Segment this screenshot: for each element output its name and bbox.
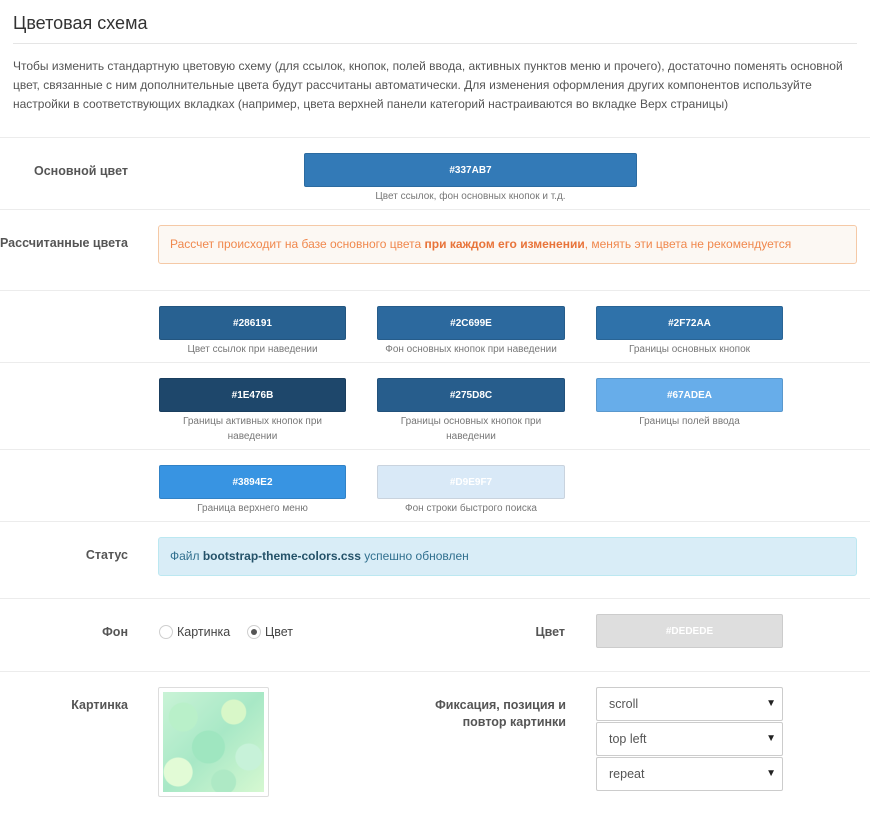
swatch-caption: Границы основных кнопок при наведении [400, 416, 542, 442]
active-button-hover-border-swatch[interactable]: #1E476B [159, 378, 346, 412]
repeat-select-value: repeat [609, 767, 645, 781]
bg-color-swatch[interactable]: #DEDEDE [596, 614, 783, 648]
radio-color[interactable] [247, 625, 261, 639]
picture-fix-label: Фиксация, позиция и повтор картинки [435, 698, 566, 729]
status-filename: bootstrap-theme-colors.css [202, 549, 361, 563]
status-label: Статус [85, 548, 128, 562]
background-image-thumbnail[interactable] [158, 687, 269, 797]
divider [0, 521, 870, 522]
radio-image[interactable] [159, 625, 173, 639]
warning-prefix: Рассчет происходит на базе основного цве… [170, 237, 425, 251]
divider [0, 449, 870, 450]
swatch-caption: Граница верхнего меню [197, 503, 308, 514]
top-menu-border-swatch[interactable]: #3894E2 [159, 465, 346, 499]
main-color-swatch[interactable]: #337AB7 [304, 153, 637, 187]
swatch-caption: Цвет ссылок при наведении [187, 344, 318, 355]
divider [0, 290, 870, 291]
quick-search-bg-swatch[interactable]: #D9E9F7 [377, 465, 565, 499]
main-color-label: Основной цвет [33, 164, 128, 178]
button-hover-bg-swatch[interactable]: #2C699E [377, 306, 565, 340]
button-hover-border-swatch[interactable]: #275D8C [377, 378, 565, 412]
attachment-select-value: scroll [609, 697, 639, 711]
bg-option-color[interactable]: Цвет [247, 625, 293, 639]
divider [0, 362, 870, 363]
bg-color-label: Цвет [535, 625, 565, 639]
divider [0, 598, 870, 599]
button-border-swatch[interactable]: #2F72AA [596, 306, 783, 340]
background-image-preview [163, 692, 264, 792]
title-divider [13, 43, 857, 44]
chevron-down-icon: ▼ [766, 733, 776, 744]
swatch-caption: Границы активных кнопок при наведении [183, 416, 322, 442]
bg-option-color-label: Цвет [265, 625, 294, 639]
input-border-swatch[interactable]: #67ADEA [596, 378, 783, 412]
attachment-select[interactable]: scroll ▼ [596, 687, 783, 721]
position-select-value: top left [609, 732, 647, 746]
intro-text: Чтобы изменить стандартную цветовую схем… [13, 59, 843, 111]
divider [0, 209, 870, 210]
picture-label: Картинка [71, 698, 128, 712]
bg-option-image[interactable]: Картинка [159, 625, 230, 639]
computed-warning-alert: Рассчет происходит на базе основного цве… [158, 225, 857, 264]
warning-bold: при каждом его изменении [424, 237, 585, 251]
chevron-down-icon: ▼ [766, 698, 776, 709]
divider [0, 137, 870, 138]
chevron-down-icon: ▼ [766, 768, 776, 779]
page-title: Цветовая схема [13, 13, 148, 33]
position-select[interactable]: top left ▼ [596, 722, 783, 756]
swatch-caption: Фон основных кнопок при наведении [385, 344, 557, 355]
divider [0, 671, 870, 672]
status-alert: Файл bootstrap-theme-colors.css успешно … [158, 537, 857, 576]
status-suffix: успешно обновлен [360, 549, 469, 563]
computed-colors-label: Рассчитанные цвета [0, 236, 128, 250]
swatch-caption: Фон строки быстрого поиска [404, 503, 537, 514]
bg-option-image-label: Картинка [177, 625, 231, 639]
background-label: Фон [102, 625, 128, 639]
swatch-caption: Границы полей ввода [639, 416, 740, 427]
link-hover-color-swatch[interactable]: #286191 [159, 306, 346, 340]
main-color-caption: Цвет ссылок, фон основных кнопок и т.д. [375, 191, 566, 202]
warning-suffix: , менять эти цвета не рекомендуется [584, 237, 792, 251]
status-prefix: Файл [170, 549, 203, 563]
repeat-select[interactable]: repeat ▼ [596, 757, 783, 791]
swatch-caption: Границы основных кнопок [628, 344, 751, 355]
